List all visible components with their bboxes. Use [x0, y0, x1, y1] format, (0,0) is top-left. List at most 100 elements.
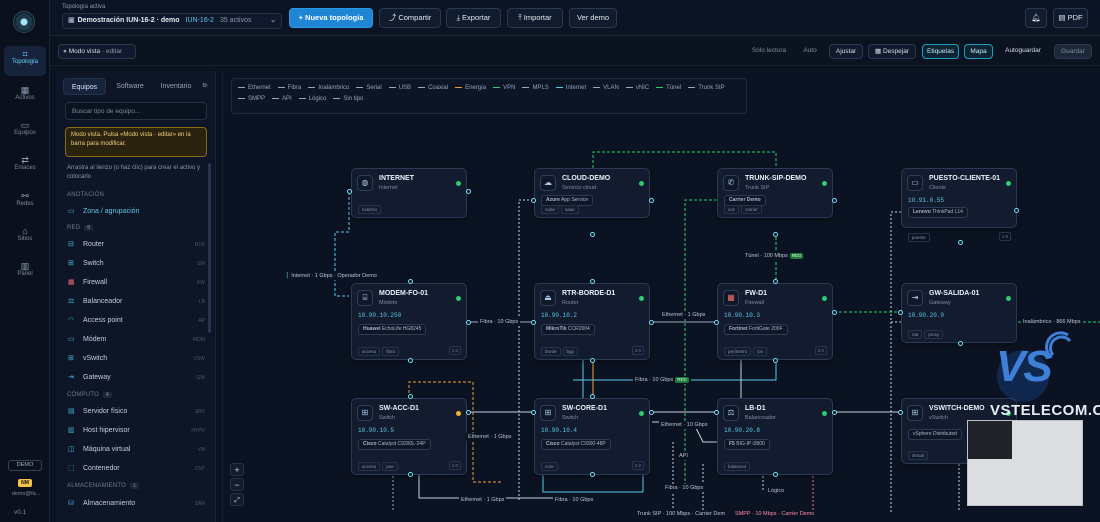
node-rtr-borde[interactable]: ⏏ RTR-BORDE-D1 Router 10.90.10.2 MikroTi…	[534, 283, 650, 360]
node-port[interactable]	[649, 410, 654, 415]
edge-puesto-gw	[890, 211, 901, 323]
palette-item-almacenamiento[interactable]: ⛁ Almacenamiento SAN	[65, 496, 205, 512]
import-button[interactable]: ⤒ Importar	[507, 8, 563, 28]
node-port[interactable]	[590, 358, 595, 363]
rail-item-panel[interactable]: ▥ Panel	[4, 258, 46, 288]
node-port[interactable]	[466, 189, 471, 194]
node-port[interactable]	[408, 394, 413, 399]
node-lb[interactable]: ⚖ LB-D1 Balanceador 10.90.20.8 F5 BIG-IP…	[717, 398, 833, 475]
node-port[interactable]	[408, 472, 413, 477]
edge-label-core-lb: Ethernet · 10 Gbps	[659, 421, 710, 429]
node-gw-salida[interactable]: ⇥ GW-SALIDA-01 Gateway 10.90.20.9 nat pro…	[901, 283, 1017, 343]
palette-item-firewall[interactable]: ▦ Firewall FW	[65, 275, 205, 291]
node-port[interactable]	[590, 279, 595, 284]
node-port[interactable]	[898, 310, 903, 315]
map-toggle[interactable]: Mapa	[964, 44, 993, 59]
palette-item-servidor[interactable]: ▤ Servidor físico SRV	[65, 404, 205, 420]
palette-item-vm[interactable]: ◫ Máquina virtual VM	[65, 442, 205, 458]
labels-toggle[interactable]: Etiquetas	[922, 44, 959, 59]
node-fw[interactable]: ▦ FW-D1 Firewall 10.90.10.3 Fortinet For…	[717, 283, 833, 360]
rail-item-equipos[interactable]: ▭ Equipos	[4, 117, 46, 147]
node-port[interactable]	[408, 358, 413, 363]
node-port[interactable]	[832, 310, 837, 315]
rail-item-activos[interactable]: ▦ Activos	[4, 82, 46, 112]
palette-item-contenedor[interactable]: ⬚ Contenedor CNT	[65, 461, 205, 477]
share-button[interactable]: ⤴ Compartir	[379, 8, 441, 28]
node-internet[interactable]: ◍ INTERNET Internet externo	[351, 168, 467, 218]
palette-item-hipervisor[interactable]: ▥ Host hipervisor HYPV	[65, 423, 205, 439]
rail-item-enlaces[interactable]: ⇄ Enlaces	[4, 152, 46, 182]
rail-item-sitios[interactable]: ⌂ Sitios	[4, 223, 46, 253]
palette-item-balanceador[interactable]: ⚖ Balanceador LB	[65, 294, 205, 310]
pdf-button[interactable]: ▤ PDF	[1053, 8, 1088, 28]
node-port[interactable]	[347, 189, 352, 194]
tab-bi[interactable]: Bi	[199, 78, 211, 95]
node-cloud[interactable]: ☁ CLOUD-DEMO Servicio cloud Azure App Se…	[534, 168, 650, 218]
palette-item-switch[interactable]: ⊞ Switch SW	[65, 256, 205, 272]
view-mode-toggle[interactable]: ● Modo vista · editar	[58, 44, 136, 59]
node-port[interactable]	[958, 341, 963, 346]
save-button[interactable]: Guardar	[1054, 44, 1092, 59]
legend-item: Sin tipo	[333, 96, 363, 102]
node-port[interactable]	[773, 232, 778, 237]
node-puesto-cliente[interactable]: ▭ PUESTO-CLIENTE-01 Cliente 10.91.0.55 L…	[901, 168, 1017, 242]
node-port[interactable]	[773, 472, 778, 477]
project-selector[interactable]: ▣ Demostración IUN-16-2 · demo IUN-16-2 35 …	[62, 13, 282, 29]
node-port[interactable]	[531, 410, 536, 415]
node-port[interactable]	[590, 232, 595, 237]
node-port[interactable]	[590, 472, 595, 477]
node-sw-core[interactable]: ⊞ SW-CORE-D1 Switch 10.90.10.4 Cisco Cat…	[534, 398, 650, 475]
tab-inventario[interactable]: Inventario	[155, 78, 197, 95]
node-modem[interactable]: ⌸ MODEM-FO-01 Módem 10.90.10.250 Huawei …	[351, 283, 467, 360]
palette-item-gateway[interactable]: ⇥ Gateway GW	[65, 370, 205, 386]
fit-button[interactable]: Ajustar	[829, 44, 863, 59]
node-trunk-sip[interactable]: ✆ TRUNK-SIP-DEMO Trunk SIP Carrier Demo …	[717, 168, 833, 218]
zoom-in-button[interactable]: +	[230, 463, 244, 476]
readonly-toggle[interactable]: Sólo lectura	[747, 44, 791, 59]
node-port[interactable]	[773, 358, 778, 363]
avatar[interactable]: NM	[18, 479, 32, 487]
tab-equipos[interactable]: Equipos	[63, 78, 106, 95]
node-port[interactable]	[898, 410, 903, 415]
auto-layout-button[interactable]: Auto	[798, 44, 822, 59]
node-port[interactable]	[466, 410, 471, 415]
legend-swatch	[593, 86, 601, 88]
tab-software[interactable]: Software	[110, 78, 150, 95]
legend-swatch	[522, 86, 530, 88]
palette-item-vswitch[interactable]: ⊞ vSwitch VSW	[65, 351, 205, 367]
node-port[interactable]	[466, 320, 471, 325]
palette-item-router[interactable]: ⊟ Router RTR	[65, 237, 205, 253]
legend-swatch	[656, 86, 664, 88]
palette-item-modem[interactable]: ▭ Módem MDM	[65, 332, 205, 348]
export-button[interactable]: ⤓ Exportar	[446, 8, 501, 28]
node-port[interactable]	[773, 279, 778, 284]
device-search-input[interactable]	[65, 102, 207, 120]
node-port[interactable]	[958, 240, 963, 245]
node-port[interactable]	[832, 410, 837, 415]
view-demo-button[interactable]: Ver demo	[569, 8, 617, 28]
node-port[interactable]	[531, 198, 536, 203]
new-topology-button[interactable]: + Nueva topología	[289, 8, 373, 28]
rail-item-redes[interactable]: ⚯ Redes	[4, 188, 46, 218]
node-port[interactable]	[1014, 208, 1019, 213]
node-port[interactable]	[531, 320, 536, 325]
node-port[interactable]	[832, 198, 837, 203]
clear-button[interactable]: ▦ Despejar	[868, 44, 916, 59]
fit-view-button[interactable]: ⤢	[230, 493, 244, 506]
links-icon: ⇄	[21, 155, 29, 165]
autosave-toggle[interactable]: Autoguardar	[998, 44, 1048, 59]
node-port[interactable]	[649, 198, 654, 203]
notifications-button[interactable]: 🔔︎	[1025, 8, 1047, 28]
node-port[interactable]	[714, 410, 719, 415]
rail-item-topologia[interactable]: ⌗ Topología	[4, 46, 46, 76]
node-port[interactable]	[649, 320, 654, 325]
palette-item-zone[interactable]: ▭ Zona / agrupación	[65, 204, 205, 220]
node-port[interactable]	[408, 279, 413, 284]
node-port[interactable]	[714, 320, 719, 325]
edge-label-rtr-fw: Ethernet · 1 Gbps	[660, 311, 708, 319]
node-port[interactable]	[590, 394, 595, 399]
palette-item-access-point[interactable]: ◠ Access point AP	[65, 313, 205, 329]
zoom-out-button[interactable]: −	[230, 478, 244, 491]
palette-scrollbar[interactable]	[208, 163, 211, 333]
node-sw-acc[interactable]: ⊞ SW-ACC-D1 Switch 10.90.10.5 Cisco Cata…	[351, 398, 467, 475]
